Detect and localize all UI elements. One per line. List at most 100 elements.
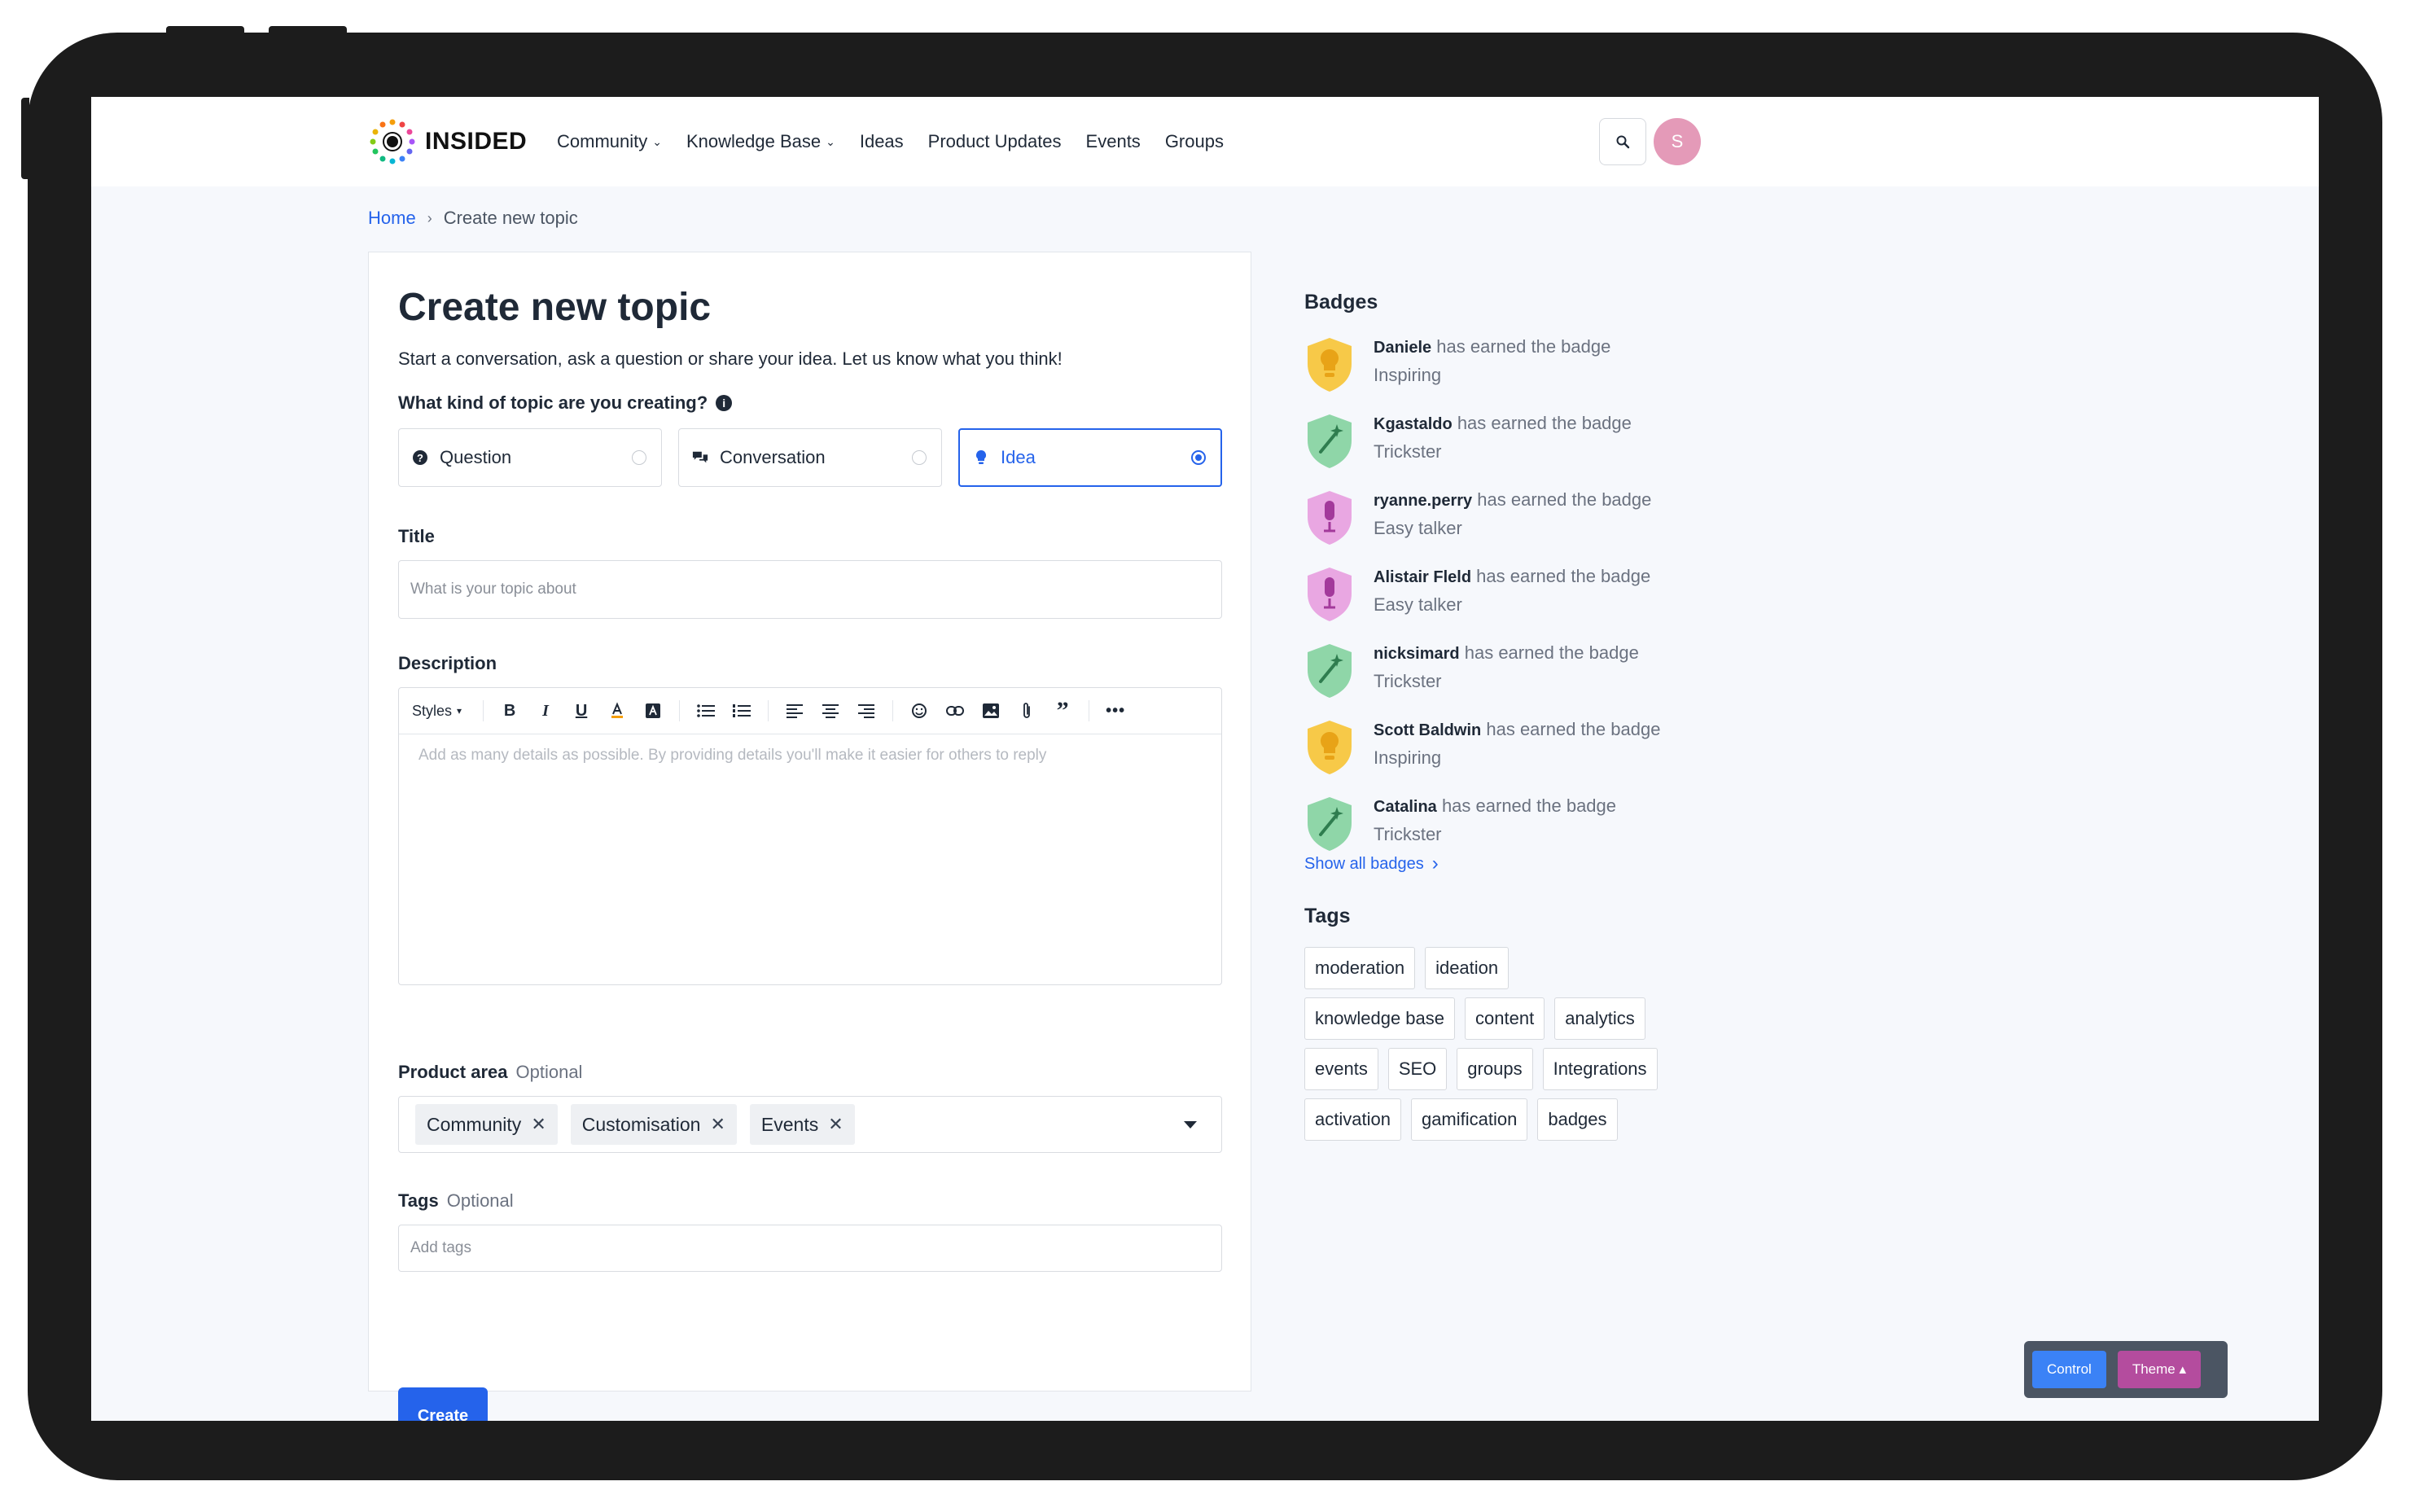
nav-community[interactable]: Community ⌄ [557,131,662,152]
microphone-badge-icon [1308,568,1352,621]
tag-chip[interactable]: content [1465,997,1545,1040]
lightbulb-badge-icon [1308,721,1352,774]
badge-activity-text: Catalina has earned the badge Trickster [1374,792,1699,848]
topic-type-idea[interactable]: Idea [958,428,1222,487]
tag-chip[interactable]: knowledge base [1304,997,1456,1040]
product-area-chip: Events ✕ [749,1104,855,1145]
topic-type-question[interactable]: ? Question [398,428,662,487]
bold-icon[interactable]: B [500,702,519,721]
show-all-badges-link[interactable]: Show all badges › [1304,852,1439,875]
logo[interactable]: INSIDED [368,116,527,167]
tag-chip[interactable]: badges [1537,1098,1618,1141]
title-input[interactable]: What is your topic about [398,560,1222,619]
badge-user[interactable]: nicksimard [1374,645,1460,663]
nav-events[interactable]: Events [1086,131,1141,152]
logo-icon [370,119,415,164]
idea-radio[interactable] [1191,450,1206,465]
close-icon[interactable]: ✕ [710,1114,725,1135]
nav-product-updates[interactable]: Product Updates [928,131,1062,152]
create-topic-card: Create new topic Start a conversation, a… [368,252,1251,1421]
device-top-button-left [166,26,244,33]
nav-ideas[interactable]: Ideas [860,131,904,152]
attachment-icon[interactable] [1017,702,1036,720]
badge-user[interactable]: Alistair Fleld [1374,568,1471,586]
tag-chip[interactable]: groups [1457,1048,1533,1090]
question-icon: ? [412,449,428,466]
product-area-label: Product area Optional [398,1062,582,1083]
dropdown-arrow-icon[interactable] [1184,1121,1197,1129]
theme-button[interactable]: Theme ▴ [2117,1351,2201,1388]
title-label: Title [398,526,435,546]
nav-community-label: Community [557,131,648,151]
badges-title: Badges [1304,291,1378,313]
align-left-icon[interactable] [785,703,804,718]
align-right-icon[interactable] [857,703,876,718]
screen: INSIDED Community ⌄ Knowledge Base ⌄ Ide… [91,97,2319,1421]
styles-dropdown[interactable]: Styles ▾ [412,703,462,720]
badge-name: Inspiring [1374,365,1442,385]
nav-groups[interactable]: Groups [1165,131,1224,152]
product-area-chip: Community ✕ [415,1104,558,1145]
product-area-select[interactable]: Community ✕ Customisation ✕ Events ✕ [398,1096,1222,1153]
badge-name: Trickster [1374,824,1442,844]
tag-chip[interactable]: analytics [1554,997,1645,1040]
tags-placeholder: Add tags [410,1239,471,1256]
underline-icon[interactable]: U [572,702,591,721]
tag-row: activation gamification badges [1304,1098,1618,1141]
toolbar-divider [483,700,484,721]
badge-user[interactable]: Kgastaldo [1374,415,1453,433]
info-icon[interactable]: i [716,395,733,411]
nav-knowledge-base[interactable]: Knowledge Base ⌄ [686,131,835,152]
microphone-badge-icon [1308,491,1352,545]
link-icon[interactable] [945,705,965,717]
tag-chip[interactable]: ideation [1425,947,1510,989]
lightbulb-icon [973,449,989,466]
search-button[interactable] [1599,118,1646,165]
tag-chip[interactable]: moderation [1304,947,1416,989]
tags-input[interactable]: Add tags [398,1225,1222,1272]
top-navigation-bar: INSIDED Community ⌄ Knowledge Base ⌄ Ide… [91,97,2319,186]
breadcrumb-current: Create new topic [443,208,578,228]
tag-chip[interactable]: events [1304,1048,1378,1090]
badge-user[interactable]: Catalina [1374,798,1437,816]
product-area-label-text: Product area [398,1062,508,1082]
description-editor[interactable]: Styles ▾ B I U ” ••• Add as many details… [398,687,1222,985]
tag-chip[interactable]: Integrations [1542,1048,1658,1090]
badge-user[interactable]: Daniele [1374,339,1431,357]
toolbar-divider [679,700,681,721]
image-icon[interactable] [981,703,1001,719]
badge-user[interactable]: ryanne.perry [1374,492,1472,510]
magic-wand-badge-icon [1308,644,1352,698]
tag-chip[interactable]: SEO [1387,1048,1448,1090]
close-icon[interactable]: ✕ [531,1114,546,1135]
control-button[interactable]: Control [2032,1351,2106,1388]
bullet-list-icon[interactable] [696,703,716,718]
tag-chip[interactable]: activation [1304,1098,1401,1141]
badge-user[interactable]: Scott Baldwin [1374,721,1481,739]
user-avatar[interactable]: S [1654,118,1701,165]
chevron-right-icon: › [427,209,432,226]
align-center-icon[interactable] [821,703,840,718]
page-title: Create new topic [398,286,712,329]
numbered-list-icon[interactable] [732,703,751,718]
create-button[interactable]: Create [398,1387,488,1421]
question-radio[interactable] [632,450,646,465]
tags-label: Tags Optional [398,1190,514,1212]
magic-wand-badge-icon [1308,797,1352,851]
tag-chip[interactable]: gamification [1410,1098,1528,1141]
emoji-icon[interactable] [909,703,929,719]
quote-icon[interactable]: ” [1053,697,1072,725]
conversation-radio[interactable] [912,450,927,465]
badge-name: Trickster [1374,441,1442,462]
close-icon[interactable]: ✕ [828,1114,843,1135]
breadcrumb-home[interactable]: Home [368,208,416,229]
more-options-icon[interactable]: ••• [1106,702,1125,721]
highlight-icon[interactable] [643,703,663,719]
text-color-icon[interactable] [607,702,627,720]
tags-label-text: Tags [398,1190,439,1211]
badge-earned-text: has earned the badge [1436,336,1611,357]
topic-type-conversation[interactable]: Conversation [678,428,942,487]
italic-icon[interactable]: I [536,702,555,721]
title-placeholder: What is your topic about [410,581,576,598]
topic-type-idea-label: Idea [1001,447,1036,467]
